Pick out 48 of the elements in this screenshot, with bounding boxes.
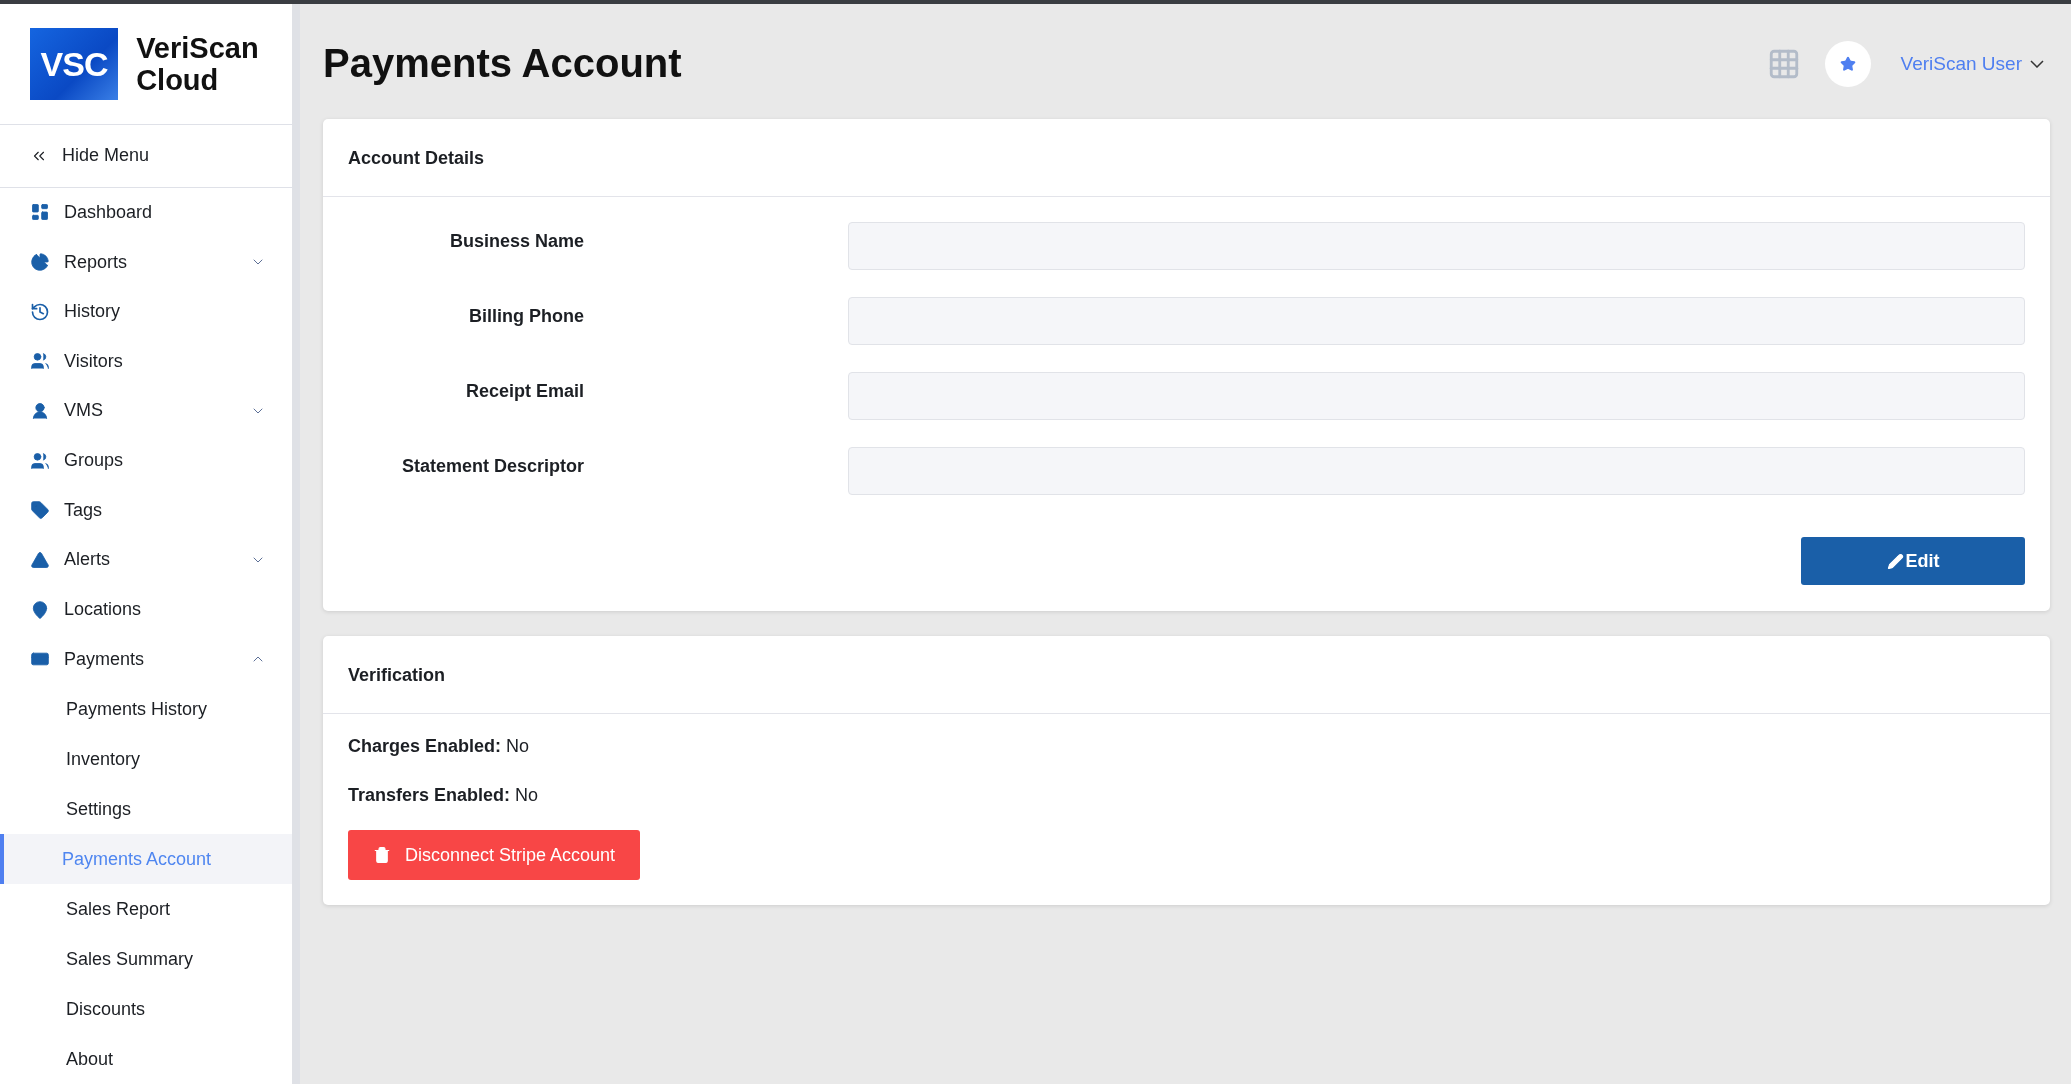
star-icon [1839, 55, 1856, 72]
input-field[interactable] [848, 447, 2025, 495]
sidebar-subitem[interactable]: Sales Report [0, 883, 292, 934]
field-label: Statement Descriptor [400, 455, 584, 477]
chevron-down-icon [2030, 59, 2044, 68]
logo: VSC [30, 28, 119, 100]
warning-icon [30, 549, 50, 570]
users-icon [30, 351, 50, 372]
person-icon [30, 400, 50, 421]
card-title: Verification [323, 636, 2050, 714]
status-text: Charges Enabled: No [348, 736, 531, 757]
sidebar-item[interactable]: Locations [0, 584, 292, 635]
sidebar-item[interactable]: VMS [0, 386, 292, 436]
sidebar-item[interactable]: Alerts [0, 535, 292, 585]
history-icon [30, 301, 50, 322]
sidebar-subitem[interactable]: Payments History [0, 683, 292, 734]
status-text: Transfers Enabled: No [348, 785, 540, 806]
sidebar-item[interactable]: Tags [0, 485, 292, 536]
sidebar-subitem[interactable]: Discounts [0, 983, 292, 1034]
sidebar-item[interactable]: Payments [0, 634, 292, 684]
tag-icon [30, 500, 50, 521]
disconnect-button[interactable]: Disconnect Stripe Account [348, 830, 641, 880]
trash-icon [373, 846, 391, 864]
sidebar-item[interactable]: Reports [0, 237, 292, 287]
dashboard-icon [30, 202, 50, 223]
input-field[interactable] [848, 297, 2025, 345]
field-label: Receipt Email [464, 380, 584, 402]
field-label: Billing Phone [468, 305, 584, 327]
sidebar-item[interactable]: Visitors [0, 336, 292, 387]
sidebar-item[interactable]: History [0, 286, 292, 337]
field-label: Business Name [448, 230, 584, 252]
sidebar-subitem[interactable]: Sales Summary [0, 933, 292, 984]
input-field[interactable] [848, 222, 2025, 270]
sidebar-subitem[interactable]: Settings [0, 783, 292, 834]
card-title: Account Details [323, 119, 2050, 197]
users-icon [30, 450, 50, 471]
hide-menu-button[interactable]: Hide Menu [0, 125, 292, 188]
map-pin-icon [30, 599, 50, 620]
sidebar-item[interactable]: Groups [0, 435, 292, 486]
pencil-icon [1886, 552, 1904, 570]
sidebar-item[interactable]: Dashboard [0, 187, 292, 238]
input-field[interactable] [848, 372, 2025, 420]
sidebar-subitem[interactable]: About [0, 1033, 292, 1084]
pie-chart-icon [30, 252, 50, 272]
brand-name: VeriScan Cloud [136, 32, 260, 96]
edit-button[interactable]: Edit [1801, 537, 2025, 585]
page-title: Payments Account [323, 41, 683, 86]
sidebar-subitem[interactable]: Inventory [0, 733, 292, 784]
